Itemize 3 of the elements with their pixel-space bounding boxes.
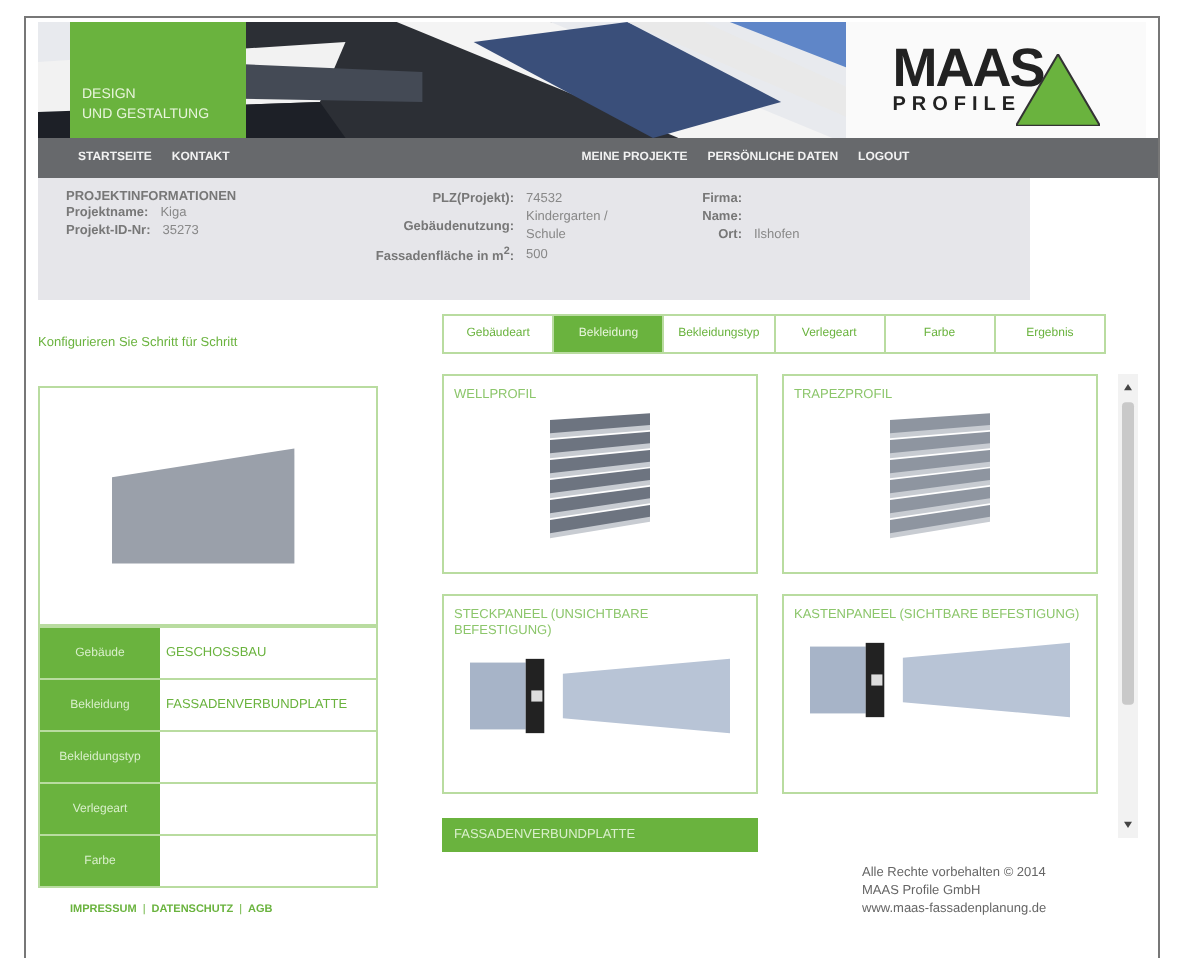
logo-subtitle: PROFILE — [892, 94, 1022, 118]
logo[interactable]: MAAS PROFILE — [846, 22, 1146, 138]
logo-name: MAAS — [892, 42, 1044, 94]
